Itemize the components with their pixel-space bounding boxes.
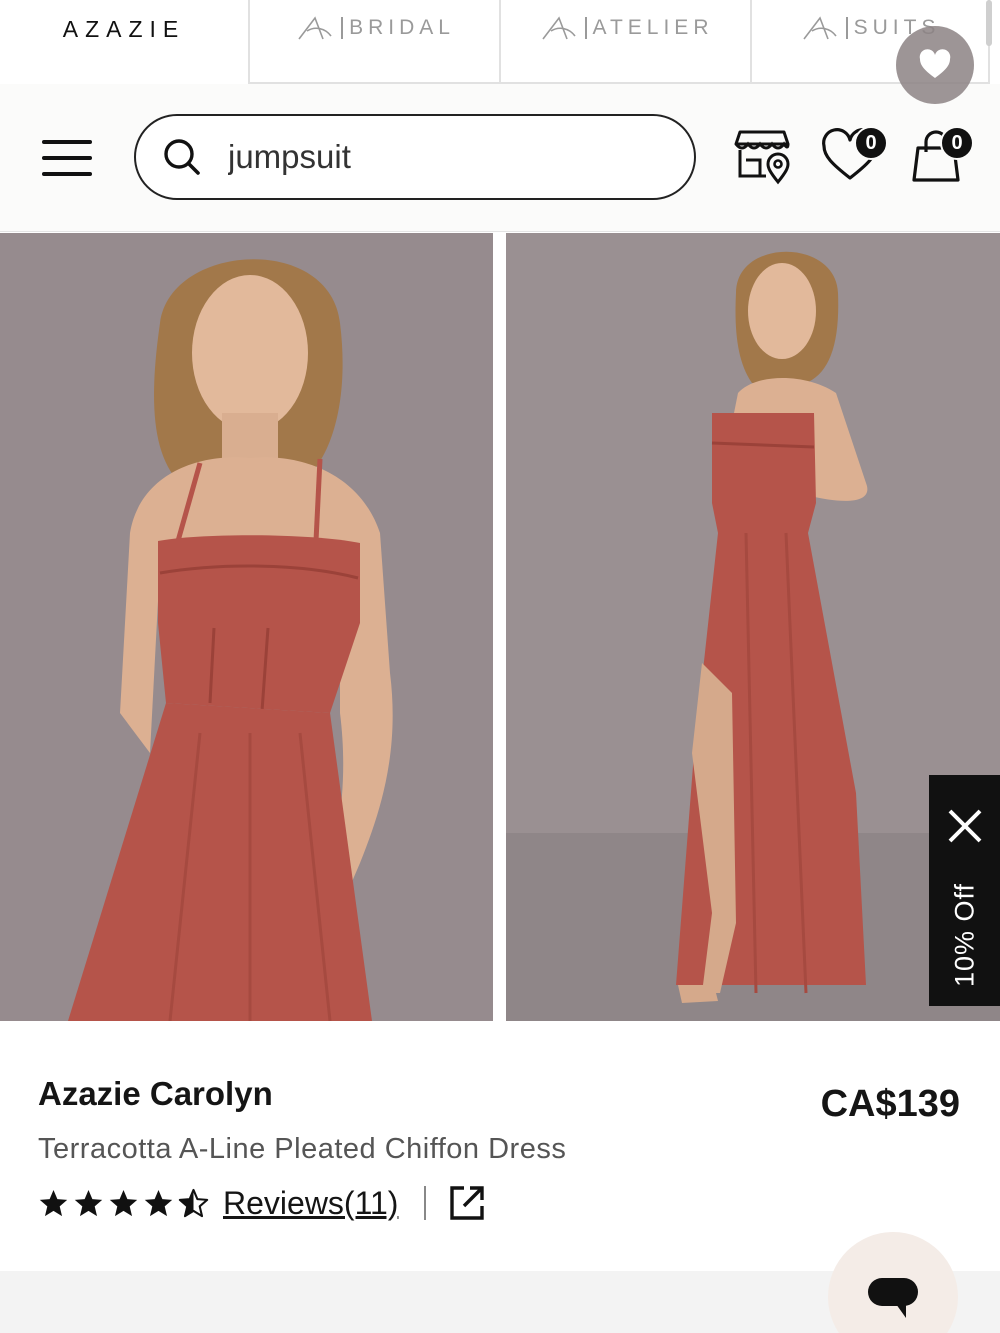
product-photo-side[interactable] (506, 233, 1000, 1021)
product-price: CA$139 (820, 1083, 960, 1125)
azazie-a-logo-icon (802, 16, 837, 40)
star-full-icon (39, 1189, 68, 1216)
discount-promo-tab[interactable]: 10% Off (929, 775, 1000, 1006)
star-full-icon (74, 1189, 103, 1216)
separator (424, 1186, 427, 1220)
search-bar[interactable] (134, 114, 696, 200)
product-info: Azazie Carolyn Terracotta A-Line Pleated… (0, 1021, 1000, 1271)
brand-tab-azazie[interactable]: AZAZIE (0, 0, 248, 84)
brand-tab-label: ATELIER (592, 16, 714, 39)
azazie-a-logo-icon (541, 16, 576, 40)
share-external-icon[interactable] (448, 1184, 486, 1222)
hamburger-menu-icon[interactable] (38, 136, 96, 180)
add-to-wishlist-button[interactable] (896, 26, 974, 104)
discount-label: 10% Off (949, 882, 980, 988)
product-photo-front[interactable] (0, 233, 493, 1021)
azazie-a-logo-icon (298, 16, 332, 40)
brand-bar: AZAZIE BRIDAL ATELIER SUITS (0, 0, 1000, 84)
brand-tab-label: BRIDAL (349, 16, 455, 39)
brand-separator (845, 17, 848, 39)
bag-count-badge: 0 (940, 126, 974, 160)
brand-separator (584, 17, 587, 39)
rating-row: Reviews(11) (38, 1181, 486, 1225)
horizontal-scroll-indicator[interactable] (986, 0, 992, 46)
search-input[interactable] (228, 138, 648, 176)
heart-icon (919, 49, 951, 78)
brand-tab-bridal[interactable]: BRIDAL (248, 0, 500, 84)
star-full-icon (109, 1189, 138, 1216)
product-name: Azazie Carolyn (38, 1075, 273, 1112)
brand-logo-text: AZAZIE (62, 16, 186, 42)
chat-bubble-icon (868, 1278, 918, 1318)
brand-separator (341, 17, 344, 39)
star-rating (38, 1188, 209, 1219)
star-full-icon (144, 1189, 173, 1216)
wishlist-count-badge: 0 (854, 126, 888, 160)
product-gallery[interactable] (0, 233, 1000, 1021)
brand-tab-atelier[interactable]: ATELIER (499, 0, 751, 84)
star-half-icon (178, 1188, 209, 1217)
reviews-link[interactable]: Reviews(11) (223, 1185, 398, 1222)
search-icon (164, 139, 200, 175)
site-header: 0 0 (0, 84, 1000, 232)
store-locator-icon[interactable] (734, 126, 794, 186)
close-icon[interactable] (946, 807, 984, 845)
product-description: Terracotta A-Line Pleated Chiffon Dress (38, 1133, 567, 1165)
